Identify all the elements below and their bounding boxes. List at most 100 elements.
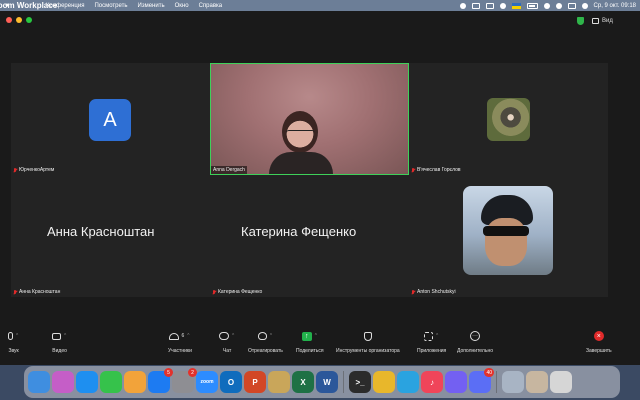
end-label: Завершить (586, 348, 612, 354)
gallery-view-icon (592, 17, 599, 24)
messenger-icon[interactable]: 40 (469, 368, 494, 393)
participants-icon (169, 332, 180, 340)
control-center-icon[interactable] (567, 2, 576, 9)
menu-window[interactable]: Окно (175, 3, 189, 9)
share-screen-icon: ↑ (301, 331, 312, 341)
more-button[interactable]: ··· Дополнительно (457, 329, 493, 354)
participant-name: Анна Красноштан (19, 289, 61, 295)
chat-options-caret-icon[interactable]: ⌃ (231, 333, 235, 339)
participant-avatar: A (89, 99, 131, 141)
participant-tile[interactable]: A ЮрченкоАртем (11, 63, 210, 175)
screen-share-status-icon[interactable] (471, 2, 480, 9)
menu-view[interactable]: Посмотреть (94, 3, 127, 9)
mic-muted-icon (212, 289, 216, 295)
music-icon[interactable]: ♪ (421, 371, 443, 393)
system-settings-icon[interactable]: 2 (172, 368, 197, 393)
documents-folder-icon[interactable] (526, 371, 548, 393)
menu-help[interactable]: Справка (199, 3, 223, 9)
fullscreen-window-icon[interactable] (26, 17, 32, 23)
share-label: Поделиться (296, 348, 324, 354)
audio-button[interactable]: ⌃ Звук (8, 329, 19, 354)
input-language-flag-icon[interactable] (511, 2, 521, 9)
word-icon[interactable]: W (316, 371, 338, 393)
window-controls (6, 17, 32, 23)
more-label: Дополнительно (457, 348, 493, 354)
apps-button[interactable]: ⌃ Приложения (417, 329, 446, 354)
participant-name-label: ЮрченкоАртем (13, 167, 54, 173)
participant-display-name: Катерина Фещенко (241, 224, 357, 239)
menu-bar: ● Zoom Workplace Конференция Посмотреть … (0, 0, 640, 11)
participants-options-caret-icon[interactable]: ⌃ (186, 333, 190, 339)
participant-name: ЮрченкоАртем (19, 167, 55, 173)
participant-video (463, 186, 553, 275)
view-button[interactable]: Вид (589, 15, 616, 26)
status-area: Ср, 9 окт. 09:18 (459, 2, 640, 9)
apps-label: Приложения (417, 348, 447, 354)
host-tools-shield-icon (363, 331, 372, 341)
security-shield-icon[interactable] (577, 17, 584, 25)
mic-muted-icon (411, 167, 415, 173)
terminal-icon[interactable]: >_ (349, 371, 371, 393)
trash-icon[interactable] (550, 371, 572, 393)
host-tools-button[interactable]: Инструменты организатора (336, 329, 400, 354)
search-icon[interactable] (555, 2, 562, 9)
excel-icon[interactable]: X (292, 371, 314, 393)
mic-muted-icon (411, 289, 415, 295)
zoom-status-icon[interactable] (485, 2, 494, 9)
participant-tile[interactable]: Анна Красноштан Анна Красноштан (11, 181, 210, 297)
wifi-icon[interactable] (543, 2, 550, 9)
participant-name-label: Anna Dergach (211, 166, 247, 174)
bluetooth-icon[interactable] (499, 2, 506, 9)
powerpoint-icon[interactable]: P (244, 371, 266, 393)
sunglasses-shape (483, 226, 529, 236)
chat-label: Чат (222, 348, 232, 354)
close-window-icon[interactable] (6, 17, 12, 23)
participants-button[interactable]: 6 ⌃ Участники (168, 329, 192, 354)
app-store-icon[interactable]: 5 (148, 368, 173, 393)
photos-icon[interactable] (124, 371, 146, 393)
battery-icon[interactable] (526, 2, 538, 9)
dock-separator (343, 371, 344, 393)
viber-icon[interactable] (445, 371, 467, 393)
share-options-caret-icon[interactable]: ⌃ (314, 333, 318, 339)
outlook-icon[interactable]: O (220, 371, 242, 393)
audio-options-caret-icon[interactable]: ⌃ (15, 333, 19, 339)
menubar-clock[interactable]: Ср, 9 окт. 09:18 (594, 3, 636, 9)
vpn-status-icon[interactable] (459, 2, 466, 9)
app-glyph: O (227, 377, 235, 387)
launchpad-icon[interactable] (52, 371, 74, 393)
mic-muted-icon (13, 167, 17, 173)
audio-label: Звук (8, 348, 19, 354)
downloads-folder-icon[interactable] (502, 371, 524, 393)
chat-icon (219, 332, 229, 340)
facetime-icon[interactable] (100, 371, 122, 393)
notes-icon[interactable] (268, 371, 290, 393)
video-label: Видео (52, 348, 67, 354)
siri-icon[interactable] (581, 2, 588, 9)
safari-icon[interactable] (76, 371, 98, 393)
menu-edit[interactable]: Изменить (138, 3, 165, 9)
zoom-icon[interactable]: zoom (196, 371, 218, 393)
chrome-icon[interactable] (373, 371, 395, 393)
chat-button[interactable]: ⌃ Чат (219, 329, 235, 354)
host-tools-label: Инструменты организатора (336, 348, 400, 354)
end-call-icon: × (593, 331, 604, 341)
participant-name-label: Анна Красноштан (13, 289, 60, 295)
video-options-caret-icon[interactable]: ⌃ (63, 333, 67, 339)
react-options-caret-icon[interactable]: ⌃ (269, 333, 273, 339)
react-button[interactable]: ⌃ Отреагировать (248, 329, 283, 354)
app-glyph: >_ (355, 377, 365, 387)
finder-icon[interactable] (28, 371, 50, 393)
minimize-window-icon[interactable] (16, 17, 22, 23)
share-button[interactable]: ↑ ⌃ Поделиться (296, 329, 324, 354)
participant-name-label: В'ячеслав Горєлов (411, 167, 461, 173)
react-label: Отреагировать (248, 348, 283, 354)
reaction-icon (257, 332, 267, 340)
video-button[interactable]: ⌃ Видео (52, 329, 67, 354)
participant-tile[interactable]: Катерина Фещенко Катерина Фещенко (210, 181, 409, 297)
active-speaker-tile[interactable]: Anna Dergach (210, 63, 409, 175)
end-meeting-button[interactable]: × Завершить (586, 329, 612, 354)
app-glyph: X (300, 377, 306, 387)
telegram-icon[interactable] (397, 371, 419, 393)
apps-options-caret-icon[interactable]: ⌃ (435, 333, 439, 339)
